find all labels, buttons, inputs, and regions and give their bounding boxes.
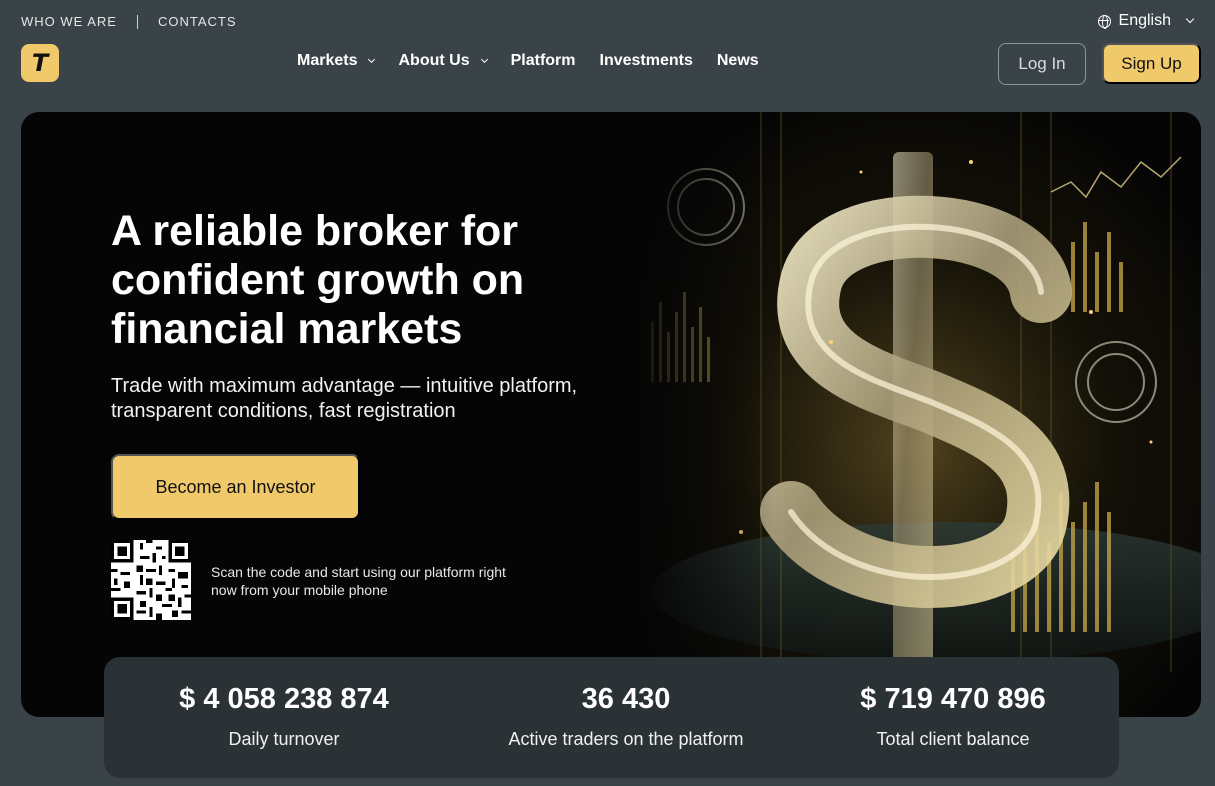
chevron-down-icon (368, 55, 376, 63)
stat-value: $ 4 058 238 874 (179, 683, 389, 715)
stat-label: Active traders on the platform (508, 729, 744, 749)
stat-label: Total client balance (876, 729, 1030, 749)
nav-label: About Us (398, 52, 470, 69)
language-selector[interactable]: English (1097, 12, 1195, 30)
stat-daily-turnover: $ 4 058 238 874 Daily turnover (159, 657, 409, 750)
nav-item-markets[interactable]: Markets (297, 52, 376, 70)
language-label: English (1118, 12, 1171, 29)
stat-value: $ 719 470 896 (860, 683, 1046, 715)
stat-total-balance: $ 719 470 896 Total client balance (828, 657, 1078, 750)
logo[interactable]: T (21, 44, 59, 82)
stats-panel: $ 4 058 238 874 Daily turnover 36 430 Ac… (104, 657, 1119, 778)
nav-item-about-us[interactable]: About Us (398, 52, 488, 70)
contacts-link[interactable]: CONTACTS (158, 14, 237, 29)
nav-label: Markets (297, 52, 358, 69)
globe-icon (1097, 14, 1111, 29)
chevron-down-icon (480, 55, 488, 63)
qr-code[interactable] (111, 540, 191, 620)
nav-item-investments[interactable]: Investments (600, 52, 693, 70)
nav-label: Platform (510, 52, 576, 69)
hero-title: A reliable broker for confident growth o… (111, 207, 525, 353)
stat-value: 36 430 (581, 683, 671, 715)
nav-item-news[interactable]: News (717, 52, 759, 70)
nav-item-platform[interactable]: Platform (511, 52, 576, 70)
become-investor-button[interactable]: Become an Investor (111, 454, 360, 520)
utility-bar: WHO WE ARE CONTACTS (21, 14, 237, 29)
login-button[interactable]: Log In (998, 43, 1086, 85)
qr-caption: Scan the code and start using our platfo… (211, 564, 506, 598)
nav-label: Investments (599, 52, 693, 69)
signup-button[interactable]: Sign Up (1102, 43, 1201, 84)
hero-section: A reliable broker for confident growth o… (21, 112, 1201, 717)
stat-active-traders: 36 430 Active traders on the platform (486, 657, 766, 750)
dollar-sign-illustration (631, 112, 1201, 717)
logo-letter: T (31, 49, 49, 77)
divider (136, 14, 138, 29)
main-nav: Markets About Us Platform Investments Ne… (297, 52, 759, 70)
nav-label: News (716, 52, 759, 69)
stat-label: Daily turnover (228, 729, 340, 749)
hero-subtitle: Trade with maximum advantage — intuitive… (111, 375, 578, 422)
who-we-are-link[interactable]: WHO WE ARE (21, 14, 117, 29)
chevron-down-icon (1185, 14, 1195, 24)
